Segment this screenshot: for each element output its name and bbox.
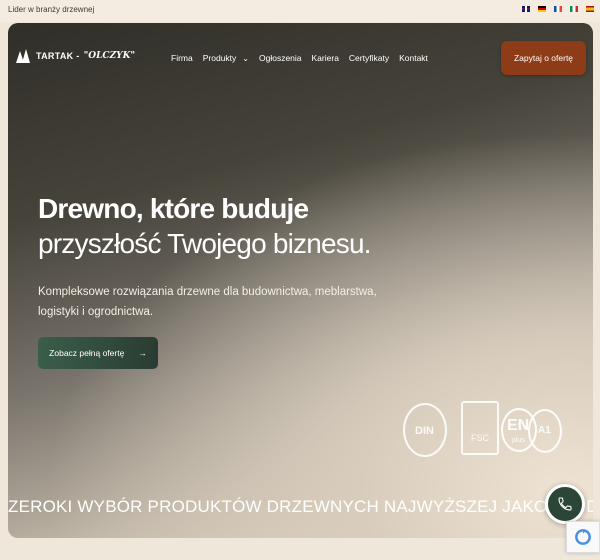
main-nav: Firma Produkty ⌄ Ogłoszenia Kariera Certy… [171,53,428,63]
full-offer-button[interactable]: Zobacz pełną ofertę → [38,337,158,369]
nav-certyfikaty[interactable]: Certyfikaty [349,53,389,63]
hero-title-light: przyszłość Twojego biznesu. [38,228,372,259]
language-switcher [522,6,594,12]
flag-es-icon[interactable] [586,6,594,12]
logo-text: TARTAK - [36,51,80,61]
marquee-banner: ZEROKI WYBÓR PRODUKTÓW DRZEWNYCH NAJWYŻS… [8,497,593,516]
logo-script: "OLCZYK" [83,51,136,61]
hero-subtitle: Kompleksowe rozwiązania drzewne dla budo… [38,286,377,318]
fsc-label: FSC [471,433,489,443]
hero-title-bold: Drewno, które buduje [38,193,309,224]
logo[interactable]: TARTAK - "OLCZYK" [16,49,135,63]
en-label: EN [507,417,530,434]
a1-label: A1 [538,425,551,436]
en-plus-certificate-icon: EN plus [501,408,537,452]
nav-produkty-label: Produkty [202,53,237,63]
recaptcha-badge[interactable] [566,521,600,553]
en-sub-label: plus [512,437,525,444]
fsc-certificate-icon: FSC [461,401,499,455]
nav-kariera[interactable]: Kariera [312,53,339,63]
phone-icon [558,497,572,511]
full-offer-label: Zobacz pełną ofertę [49,348,125,358]
flag-uk-icon[interactable] [522,6,530,12]
nav-produkty[interactable]: Produkty ⌄ [203,53,249,63]
phone-button[interactable] [545,484,585,524]
request-offer-button[interactable]: Zapytaj o ofertę [501,41,586,75]
arrow-right-icon: → [138,348,147,358]
chevron-down-icon: ⌄ [242,54,249,63]
nav-kontakt[interactable]: Kontakt [399,53,428,63]
tagline: Lider w branży drzewnej [8,5,95,14]
din-certificate-icon: DIN [403,403,447,457]
flag-de-icon[interactable] [538,6,546,12]
flag-fr-icon[interactable] [554,6,562,12]
flag-it-icon[interactable] [570,6,578,12]
nav-ogloszenia[interactable]: Ogłoszenia [259,53,302,63]
din-label: DIN [415,425,434,437]
trees-icon [16,49,32,63]
hero-section: TARTAK - "OLCZYK" Firma Produkty ⌄ Ogłosz… [8,23,593,538]
top-bar: Lider w branży drzewnej [0,0,600,22]
nav-firma[interactable]: Firma [171,53,193,63]
recaptcha-icon [575,529,591,545]
